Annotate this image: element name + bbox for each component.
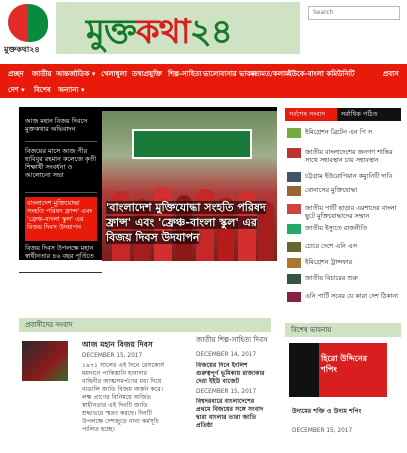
page-root: মুক্তকথা২৪ মুক্তকথা২৪ Search প্রচ্ছদ জাত…	[0, 0, 407, 453]
divider	[19, 272, 102, 273]
section-header-abroad: প্রবাসীদের সংবাদ	[19, 318, 113, 332]
article-headline[interactable]: আজ মহান বিজয় দিবস	[82, 341, 166, 349]
featured-caption-text: 'বাংলাদেশ মুক্তিযোদ্ধা সংহতি পরিষদ ফ্রান…	[106, 201, 266, 244]
search-input[interactable]: Search	[308, 6, 400, 20]
nav-item-national[interactable]: জাতীয়	[32, 68, 52, 80]
article-headline[interactable]: বিজয়ের দিনে ইংলিশ গুরুত্বপূর্ণ ভূমিকায়…	[196, 362, 270, 386]
article-date: DECEMBER 15, 2017	[196, 389, 257, 395]
nav-item-arts[interactable]: শিল্প-সাহিত্য	[168, 68, 202, 80]
logo-text: মুক্তকথা২৪	[4, 45, 40, 54]
title-part-red: কথা	[135, 12, 191, 52]
section-title: জাতীয় শিল্প-সাহিত্য দিবস	[196, 336, 268, 344]
thumbnail	[287, 204, 301, 214]
nav-item-special[interactable]: বিশেষ	[34, 84, 51, 96]
list-item[interactable]: জাতীয় বিচারের শুরু	[287, 274, 401, 286]
nav-item-abroad[interactable]: প্রবাস	[383, 68, 399, 80]
list-item[interactable]: জাতীয় ইস্যুতে রাজনীতি	[287, 224, 401, 236]
list-item[interactable]: চোরে দেশে এনি এস	[287, 242, 401, 254]
site-title[interactable]: মুক্তকথা২৪	[86, 6, 233, 63]
section-header-arts: জাতীয় শিল্প-সাহিত্য দিবস	[192, 333, 272, 347]
nav-item-opinion[interactable]: মতামত/কলাম	[250, 68, 289, 80]
nav-item-uk-community[interactable]: ইউকে-বাংলা কমিউনিটি	[288, 68, 355, 80]
list-item[interactable]: ইমিগ্রেশন ট্রান্সফার	[287, 258, 401, 270]
section-bar	[113, 318, 271, 332]
title-part-number: ২৪	[189, 12, 233, 52]
thumbnail	[287, 224, 301, 234]
nav-item-country[interactable]: দেশ ▾	[8, 84, 25, 96]
title-part-green: মুক্ত	[86, 12, 137, 52]
nav-item-sports[interactable]: খেলাধুলা	[101, 68, 127, 80]
article-excerpt: ১৯৭১ সালের এই দিনে রেসকোর্স ময়দানে পাকি…	[82, 362, 165, 433]
sidebar-tabs: সর্বশেষ সংবাদ সর্বাধিক পঠিত	[285, 108, 401, 121]
list-item[interactable]: চট্টগ্রাম ইউরোপিয়ান কম্যুনিটি দাবি	[287, 172, 401, 184]
article-date: DECEMBER 15, 2017	[82, 353, 143, 359]
special-image[interactable]: হিরো উদ্দিনের শপিং	[289, 343, 387, 397]
divider	[25, 141, 97, 142]
featured-caption[interactable]: 'বাংলাদেশ মুক্তিযোদ্ধা সংহতি পরিষদ ফ্রান…	[106, 200, 274, 245]
tab-latest[interactable]: সর্বশেষ সংবাদ	[285, 108, 337, 121]
list-item[interactable]: জাতীয় পার্টি ছাড়ার এরশাদের বাংলা ছুটে …	[287, 204, 401, 222]
article-date: DECEMBER 14, 2017	[196, 352, 257, 358]
list-item[interactable]: ইমিগ্রেশন ব্রিটেন এন পি স	[287, 128, 401, 140]
thumbnail	[287, 274, 301, 284]
article-image[interactable]	[22, 341, 68, 381]
thumbnail	[287, 186, 301, 196]
section-title: বিশেষ ভাবনায়	[291, 326, 332, 334]
thumbnail	[287, 292, 301, 302]
nav-item-thoughts[interactable]: ভালোবাসার ভাবনা	[203, 68, 257, 80]
thumbnail	[287, 258, 301, 268]
article-headline[interactable]: বিশ্বদরবারে বাংলাদেশের প্রথমে বিজয়ের সঙ…	[196, 398, 270, 432]
nav-item-others[interactable]: অন্যান্য ▾	[58, 84, 84, 96]
nav-item-international[interactable]: আন্তর্জাতিক ▾	[56, 68, 95, 80]
thumbnail	[287, 148, 301, 158]
main-nav: প্রচ্ছদ জাতীয় আন্তর্জাতিক ▾ খেলাধুলা তথ…	[0, 64, 407, 98]
list-item[interactable]: এনি পার্টি সবের যে কারা দেশ ঠিকানা	[287, 292, 401, 304]
list-item[interactable]: জাতীয় বাংলাদেশের জনগণ শান্তির সাথে সহাব…	[287, 148, 401, 168]
featured-list-item[interactable]: বিজয় দিবস উপলক্ষে মহান স্বাধীনতার ৪৬ বছ…	[25, 244, 97, 260]
image-banner	[132, 129, 252, 159]
featured-list-item[interactable]: আজ মহান বিজয় দিবসে মুক্তকথার অভিবাদন	[25, 117, 97, 135]
thumbnail	[287, 172, 301, 182]
logo-flag-icon	[8, 4, 48, 42]
article-date: DECEMBER 15, 2017	[292, 428, 353, 434]
image-text: হিরো উদ্দিনের শপিং	[321, 354, 368, 374]
thumbnail	[287, 242, 301, 252]
featured-list-item[interactable]: বিজয়ের মাসে আজ পীর হাবিবুর রহমান কলেজে …	[25, 147, 97, 189]
tab-popular[interactable]: সর্বাধিক পঠিত	[337, 108, 401, 121]
list-item[interactable]: বোনাসের মুক্তিযোদ্ধা	[287, 186, 401, 198]
nav-item-tech[interactable]: তথ্যপ্রযুক্তি	[132, 68, 162, 80]
article-headline[interactable]: উদ্যমের শক্তি ও উদ্যম শপিং	[292, 408, 400, 416]
nav-item-home[interactable]: প্রচ্ছদ	[8, 68, 24, 80]
section-header-special: বিশেষ ভাবনায়	[285, 323, 401, 337]
divider	[25, 192, 97, 193]
section-title: প্রবাসীদের সংবাদ	[25, 321, 73, 329]
thumbnail	[287, 128, 301, 138]
featured-list-item-active[interactable]: বাংলাদেশ মুক্তিযোদ্ধা সংহতি পরিষদ ফ্রান্…	[25, 197, 97, 241]
featured-list: আজ মহান বিজয় দিবসে মুক্তকথার অভিবাদন বি…	[19, 107, 102, 260]
site-logo[interactable]: মুক্তকথা২৪	[2, 2, 54, 56]
